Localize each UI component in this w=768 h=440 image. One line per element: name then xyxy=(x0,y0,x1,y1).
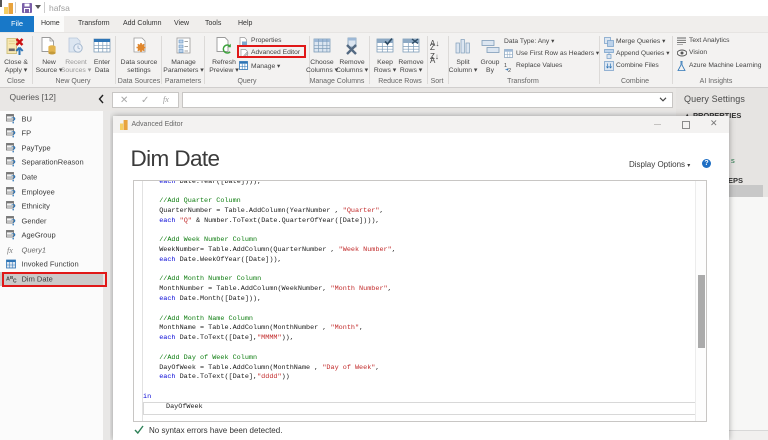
svg-text:2: 2 xyxy=(508,68,511,72)
svg-text:?: ? xyxy=(11,116,16,123)
svg-text:?: ? xyxy=(11,233,16,240)
svg-text:Z: Z xyxy=(430,43,435,52)
svg-text:?: ? xyxy=(11,146,16,153)
svg-text:?: ? xyxy=(11,160,16,167)
svg-text:?: ? xyxy=(11,218,16,225)
svg-text:?: ? xyxy=(11,204,16,211)
svg-text:?: ? xyxy=(11,189,16,196)
svg-text:?: ? xyxy=(11,175,16,182)
svg-text:1: 1 xyxy=(504,63,507,69)
svg-text:?: ? xyxy=(11,131,16,138)
svg-text:fx: fx xyxy=(7,246,13,255)
